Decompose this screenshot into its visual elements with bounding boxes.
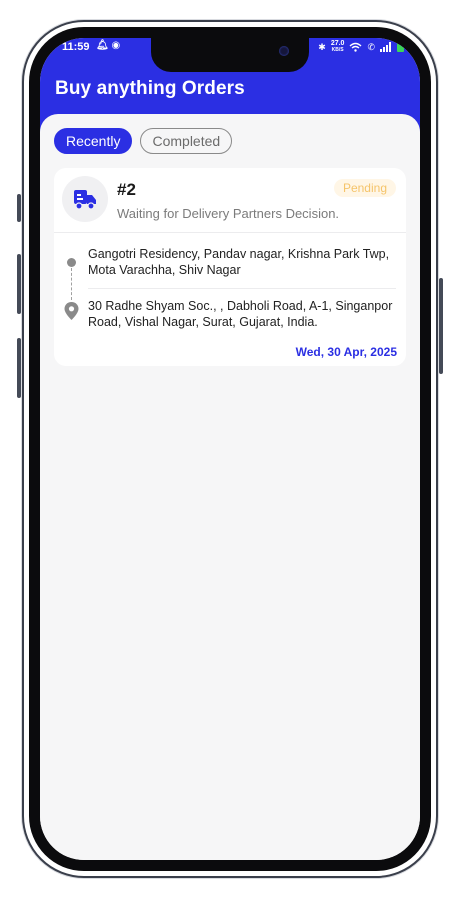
- wifi-icon: [349, 42, 362, 52]
- content-area: Recently Completed #2 Pending Waiting fo…: [40, 114, 420, 860]
- order-status-message: Waiting for Delivery Partners Decision.: [117, 206, 340, 221]
- tab-recently[interactable]: Recently: [54, 128, 133, 154]
- status-badge: Pending: [333, 179, 396, 197]
- pickup-dot-icon: [67, 258, 76, 267]
- location-pin-icon: [64, 302, 79, 320]
- bluetooth-icon: ✱: [318, 41, 326, 52]
- order-icon-circle: [62, 176, 108, 222]
- card-divider: [54, 232, 406, 233]
- camera-icon: [279, 46, 289, 56]
- notch: [151, 38, 309, 72]
- power-button: [439, 278, 443, 374]
- volume-up-button: [17, 254, 21, 314]
- route-line: [71, 268, 72, 300]
- bell-icon: 🔔︎: [96, 40, 109, 51]
- page-title: Buy anything Orders: [55, 78, 245, 99]
- status-left-icons: 🔔︎ ◉: [96, 40, 120, 51]
- drop-address: 30 Radhe Shyam Soc., , Dabholi Road, A-1…: [88, 299, 393, 329]
- order-date: Wed, 30 Apr, 2025: [295, 345, 397, 359]
- mute-switch: [17, 194, 21, 222]
- order-card[interactable]: #2 Pending Waiting for Delivery Partners…: [54, 168, 406, 366]
- delivery-truck-icon: [74, 190, 96, 210]
- network-speed-unit: KB/S: [331, 47, 344, 53]
- network-speed-value: 27.0: [330, 40, 345, 47]
- battery-icon: [397, 42, 404, 52]
- signal-icon: [380, 42, 391, 52]
- order-number: #2: [117, 180, 136, 199]
- app-screen: 11:59 🔔︎ ◉ ✱ 27.0 KB/S ✆ Buy anything Or…: [40, 38, 420, 860]
- app-icon: ◉: [111, 40, 121, 51]
- tab-completed[interactable]: Completed: [140, 128, 233, 154]
- order-tabs: Recently Completed: [54, 128, 233, 154]
- network-speed: 27.0 KB/S: [331, 40, 345, 54]
- volume-down-button: [17, 338, 21, 398]
- status-time: 11:59: [62, 41, 90, 53]
- call-icon: ✆: [367, 41, 375, 52]
- status-right-icons: ✱ 27.0 KB/S ✆: [318, 40, 404, 54]
- address-divider: [88, 288, 396, 289]
- pickup-address: Gangotri Residency, Pandav nagar, Krishn…: [88, 247, 390, 277]
